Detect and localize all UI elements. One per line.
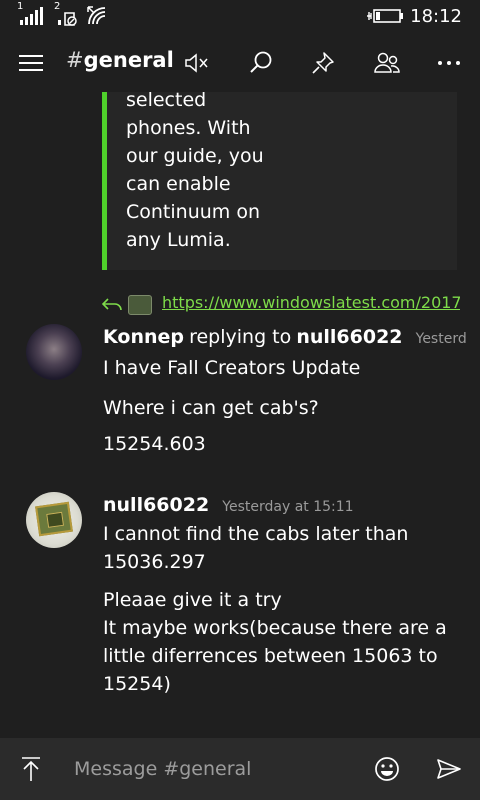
replying-label: replying to bbox=[189, 326, 292, 348]
link-embed: selected phones. With our guide, you can… bbox=[102, 92, 457, 270]
embed-line: our guide, you bbox=[126, 145, 264, 167]
message-text: 15254.603 bbox=[103, 433, 206, 455]
message-author[interactable]: Konnep bbox=[103, 326, 184, 348]
mute-icon[interactable] bbox=[180, 46, 214, 80]
message-header: null66022 Yesterday at 15:11 bbox=[103, 494, 480, 522]
message-text: Pleaae give it a try bbox=[103, 589, 282, 611]
message-header: Konnep replying to null66022 Yesterd bbox=[103, 326, 480, 354]
reply-target[interactable]: null66022 bbox=[296, 326, 402, 348]
embed-line: Continuum on bbox=[126, 201, 261, 223]
message-text: It maybe works(because there are a bbox=[103, 617, 447, 639]
embed-line: selected bbox=[126, 92, 207, 111]
app-header: #general bbox=[0, 34, 480, 92]
reply-link-row: https://www.windowslatest.com/2017 bbox=[100, 292, 460, 320]
embed-line: can enable bbox=[126, 173, 231, 195]
channel-hash: # bbox=[66, 48, 84, 72]
members-icon[interactable] bbox=[370, 46, 404, 80]
pin-icon[interactable] bbox=[306, 46, 340, 80]
embed-description: selected phones. With our guide, you can… bbox=[126, 92, 326, 254]
avatar[interactable] bbox=[26, 492, 82, 548]
avatar[interactable] bbox=[26, 324, 82, 380]
clock: 18:12 bbox=[410, 6, 462, 27]
embed-line: phones. With bbox=[126, 117, 251, 139]
message-text: I have Fall Creators Update bbox=[103, 357, 361, 379]
sim-2-label: 2 bbox=[54, 1, 61, 12]
message-list[interactable]: selected phones. With our guide, you can… bbox=[0, 92, 480, 738]
reply-arrow-icon bbox=[100, 294, 124, 320]
channel-name: general bbox=[83, 48, 174, 72]
status-bar: 1 2 18:12 bbox=[0, 0, 480, 34]
message-timestamp: Yesterd bbox=[415, 331, 467, 347]
message-author[interactable]: null66022 bbox=[103, 494, 209, 516]
message-text: I cannot find the cabs later than bbox=[103, 523, 409, 545]
search-icon[interactable] bbox=[244, 46, 278, 80]
message-input[interactable] bbox=[74, 754, 354, 784]
message-text: 15254) bbox=[103, 673, 171, 695]
message-text: 15036.297 bbox=[103, 551, 206, 573]
sim-1-label: 1 bbox=[17, 1, 24, 12]
embed-line: any Lumia. bbox=[126, 229, 231, 251]
channel-title: #general bbox=[66, 48, 174, 72]
message-composer bbox=[0, 738, 480, 800]
link-thumbnail bbox=[128, 295, 152, 315]
wifi-icon bbox=[86, 5, 110, 32]
upload-icon[interactable] bbox=[14, 752, 48, 786]
message-text: little diferrences between 15063 to bbox=[103, 645, 438, 667]
menu-icon[interactable] bbox=[14, 46, 48, 80]
link-url[interactable]: https://www.windowslatest.com/2017 bbox=[162, 293, 460, 312]
message-timestamp: Yesterday at 15:11 bbox=[222, 499, 354, 515]
emoji-icon[interactable] bbox=[370, 752, 404, 786]
send-icon[interactable] bbox=[432, 752, 466, 786]
more-icon[interactable] bbox=[432, 46, 466, 80]
message-text: Where i can get cab's? bbox=[103, 397, 319, 419]
battery-charging-icon bbox=[364, 5, 404, 32]
cpu-chip-icon bbox=[35, 501, 73, 537]
